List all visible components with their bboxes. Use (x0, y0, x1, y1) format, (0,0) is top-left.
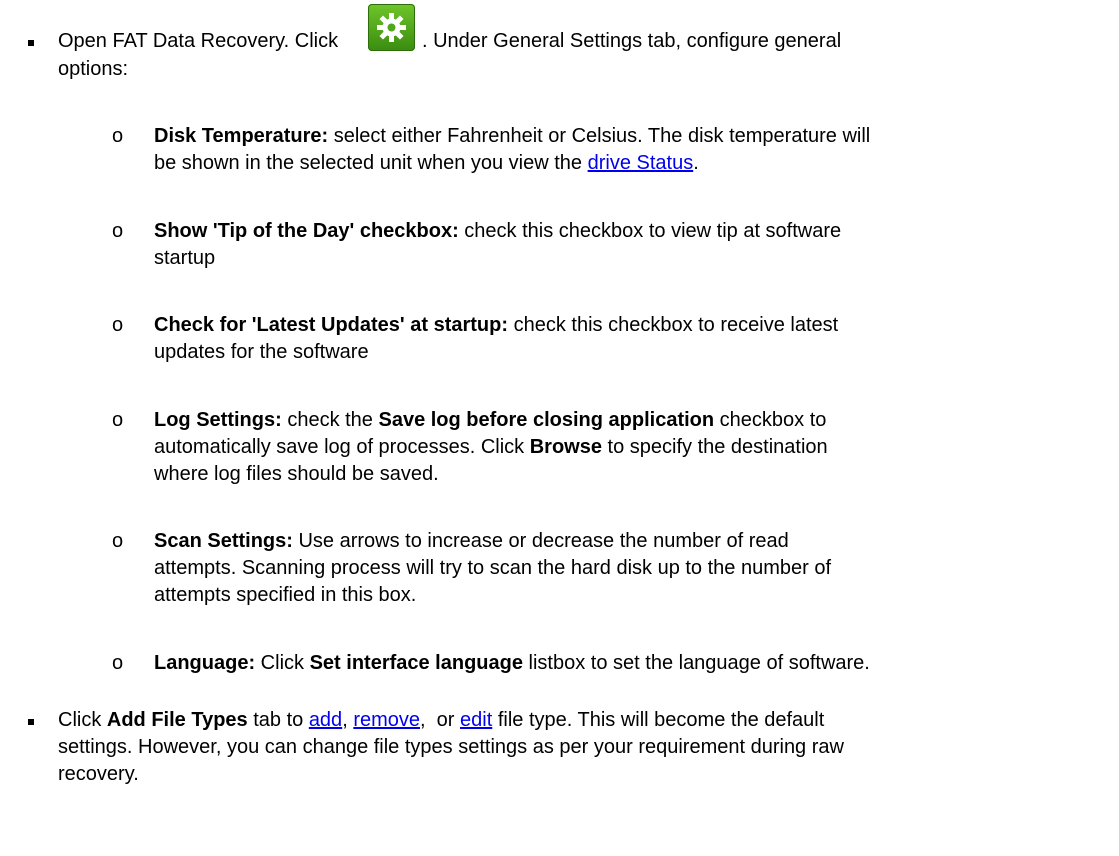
item2-line2: settings. However, you can change file t… (58, 734, 844, 761)
option-label: Log Settings: (154, 409, 282, 431)
circle-bullet: o (112, 530, 124, 552)
item2-line1: Click Add File Types tab to add, remove,… (58, 707, 824, 734)
option-log-line3: where log files should be saved. (154, 461, 439, 488)
option-updates-line2: updates for the software (154, 339, 369, 366)
square-bullet (28, 719, 34, 725)
option-label: Show 'Tip of the Day' checkbox: (154, 220, 459, 242)
option-text: check the (281, 409, 379, 431)
circle-bullet: o (112, 652, 124, 674)
circle-bullet: o (112, 314, 124, 336)
gear-settings-icon[interactable] (368, 4, 415, 51)
item2-text: Click (58, 709, 107, 731)
item1-line2: options: (58, 56, 128, 83)
drive-status-link[interactable]: drive Status (588, 152, 694, 174)
help-page: Open FAT Data Recovery. Click . Under Ge… (0, 0, 1119, 856)
option-text: . (693, 152, 699, 174)
item2-text: file type. This will become the default (492, 709, 825, 731)
option-text: updates for the software (154, 341, 369, 363)
item1-text-line2: options: (58, 58, 129, 80)
option-bold-text: Browse (529, 436, 602, 458)
edit-link[interactable]: edit (460, 709, 492, 731)
option-tip-line1: Show 'Tip of the Day' checkbox: check th… (154, 218, 841, 245)
item2-line3: recovery. (58, 761, 139, 788)
option-text: attempts specified in this box. (154, 584, 417, 606)
option-text: Click (255, 652, 310, 674)
option-text: automatically save log of processes. Cli… (154, 436, 530, 458)
remove-link[interactable]: remove (353, 709, 420, 731)
option-scan-line1: Scan Settings: Use arrows to increase or… (154, 528, 789, 555)
option-text: startup (154, 247, 216, 269)
option-text: attempts. Scanning process will try to s… (154, 557, 832, 579)
option-bold-text: Set interface language (309, 652, 523, 674)
item2-text: , (342, 709, 354, 731)
item1-line1: Open FAT Data Recovery. Click (58, 28, 338, 55)
option-updates-line1: Check for 'Latest Updates' at startup: c… (154, 312, 838, 339)
item2-text: settings. However, you can change file t… (58, 736, 844, 758)
option-language-line1: Language: Click Set interface language l… (154, 650, 870, 677)
item1-text-before-icon: Open FAT Data Recovery. Click (58, 30, 339, 52)
option-tip-line2: startup (154, 245, 215, 272)
option-disk-temperature-line2: be shown in the selected unit when you v… (154, 150, 699, 177)
option-label: Scan Settings: (154, 530, 293, 552)
circle-bullet: o (112, 125, 124, 147)
circle-bullet: o (112, 409, 124, 431)
option-label: Disk Temperature: (154, 125, 329, 147)
option-text: check this checkbox to receive latest (508, 314, 839, 336)
option-text: be shown in the selected unit when you v… (154, 152, 588, 174)
item2-text: tab to (247, 709, 309, 731)
option-text: Use arrows to increase or decrease the n… (292, 530, 789, 552)
option-label: Language: (154, 652, 256, 674)
square-bullet (28, 40, 34, 46)
item1-text-after-icon: . Under General Settings tab, configure … (422, 30, 842, 52)
item2-text: recovery. (58, 763, 139, 785)
option-text: where log files should be saved. (154, 463, 439, 485)
option-label: Check for 'Latest Updates' at startup: (154, 314, 509, 336)
item2-text: , or (420, 709, 461, 731)
option-disk-temperature-line1: Disk Temperature: select either Fahrenhe… (154, 123, 870, 150)
add-link[interactable]: add (309, 709, 342, 731)
option-text: listbox to set the language of software. (522, 652, 870, 674)
circle-bullet: o (112, 220, 124, 242)
option-log-line1: Log Settings: check the Save log before … (154, 407, 826, 434)
option-scan-line2: attempts. Scanning process will try to s… (154, 555, 831, 582)
option-text: checkbox to (714, 409, 827, 431)
option-scan-line3: attempts specified in this box. (154, 582, 416, 609)
option-text: to specify the destination (601, 436, 828, 458)
option-log-line2: automatically save log of processes. Cli… (154, 434, 828, 461)
item1-line1-cont: . Under General Settings tab, configure … (422, 28, 841, 55)
option-text: select either Fahrenheit or Celsius. The… (328, 125, 871, 147)
item2-bold-text: Add File Types (106, 709, 248, 731)
option-bold-text: Save log before closing application (378, 409, 715, 431)
option-text: check this checkbox to view tip at softw… (458, 220, 842, 242)
